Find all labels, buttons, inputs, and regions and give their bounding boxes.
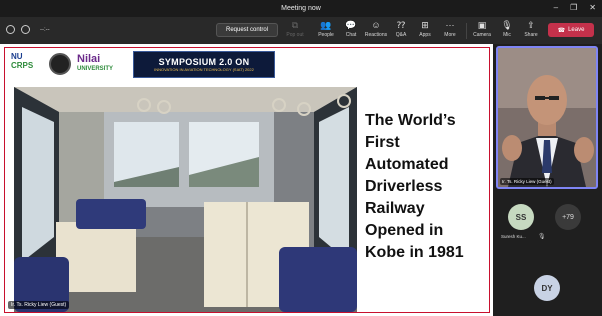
qa-icon: ⁇ — [396, 20, 406, 30]
close-icon[interactable]: ✕ — [589, 2, 596, 14]
participants-panel: Ir. Ts. Ricky Liew (Guest) SS +79 Suresh… — [493, 44, 602, 316]
participant-name: Suresh Ku... — [501, 234, 526, 239]
camera-icon: ▣ — [477, 20, 487, 30]
reactions-button[interactable]: ☺ Reactions — [364, 20, 388, 42]
slide-headline: The World’s First Automated Driverless R… — [365, 112, 464, 261]
phone-icon: ☎ — [557, 27, 566, 34]
toolbar-left: --:-- — [6, 25, 50, 34]
more-icon: ··· — [445, 20, 455, 30]
crest-logo — [49, 53, 71, 75]
slide-logos: NU CRPS Nilai UNIVERSITY — [11, 52, 113, 76]
leave-button[interactable]: ☎ Leave — [548, 23, 594, 37]
participant-avatar[interactable]: DY — [534, 275, 560, 301]
participant-avatar[interactable]: SS — [508, 204, 534, 230]
nucrps-logo: NU CRPS — [11, 52, 34, 70]
mic-muted-icon: 🎙 — [538, 234, 546, 240]
camera-button[interactable]: ▣ Camera — [470, 20, 494, 42]
mic-icon: 🎙 — [501, 20, 513, 30]
nilai-university-logo: Nilai UNIVERSITY — [77, 53, 114, 73]
more-button[interactable]: ··· More — [438, 20, 462, 42]
window-controls: – ❐ ✕ — [554, 2, 596, 14]
record-icon[interactable] — [21, 25, 30, 34]
share-button[interactable]: ⇪ Share — [519, 20, 543, 42]
chat-button[interactable]: 💬 Chat — [339, 20, 363, 42]
people-button[interactable]: 👥 People — [314, 20, 338, 42]
presenter-name-label: Ir. Ts. Ricky Liew (Guest) — [8, 301, 70, 309]
popout-button[interactable]: ⧉ Pop out — [283, 20, 307, 42]
people-icon: 👥 — [320, 20, 332, 30]
speaker-video-image — [498, 48, 596, 187]
chat-icon: 💬 — [345, 20, 357, 30]
speaker-name-label: Ir. Ts. Ricky Liew (Guest) — [500, 178, 554, 185]
mic-button[interactable]: 🎙 Mic — [495, 20, 519, 42]
train-interior-photo — [14, 87, 357, 312]
minimize-icon[interactable]: – — [554, 2, 558, 14]
reactions-icon: ☺ — [371, 20, 381, 30]
shield-icon[interactable] — [6, 25, 15, 34]
symposium-banner: SYMPOSIUM 2.0 ON INNOVATION IN AVIATION … — [133, 51, 275, 78]
window-title: Meeting now — [281, 5, 321, 12]
meeting-toolbar: --:-- Request control ⧉ Pop out 👥 People… — [0, 17, 602, 44]
more-participants-button[interactable]: +79 — [555, 204, 581, 230]
presentation-slide: NU CRPS Nilai UNIVERSITY SYMPOSIUM 2.0 O… — [4, 47, 490, 313]
shared-screen: NU CRPS Nilai UNIVERSITY SYMPOSIUM 2.0 O… — [0, 44, 493, 316]
toolbar-divider — [466, 23, 467, 39]
apps-button[interactable]: ⊞ Apps — [413, 20, 437, 42]
request-control-button[interactable]: Request control — [216, 23, 278, 37]
maximize-icon[interactable]: ❐ — [570, 2, 577, 14]
share-icon: ⇪ — [527, 20, 535, 30]
qa-button[interactable]: ⁇ Q&A — [389, 20, 413, 42]
apps-icon: ⊞ — [421, 20, 429, 30]
popout-icon: ⧉ — [291, 20, 299, 30]
speaker-video-tile[interactable]: Ir. Ts. Ricky Liew (Guest) — [496, 46, 598, 189]
window-titlebar: Meeting now – ❐ ✕ — [0, 0, 602, 17]
meeting-timer: --:-- — [40, 26, 50, 33]
train-interior-image — [14, 87, 357, 312]
